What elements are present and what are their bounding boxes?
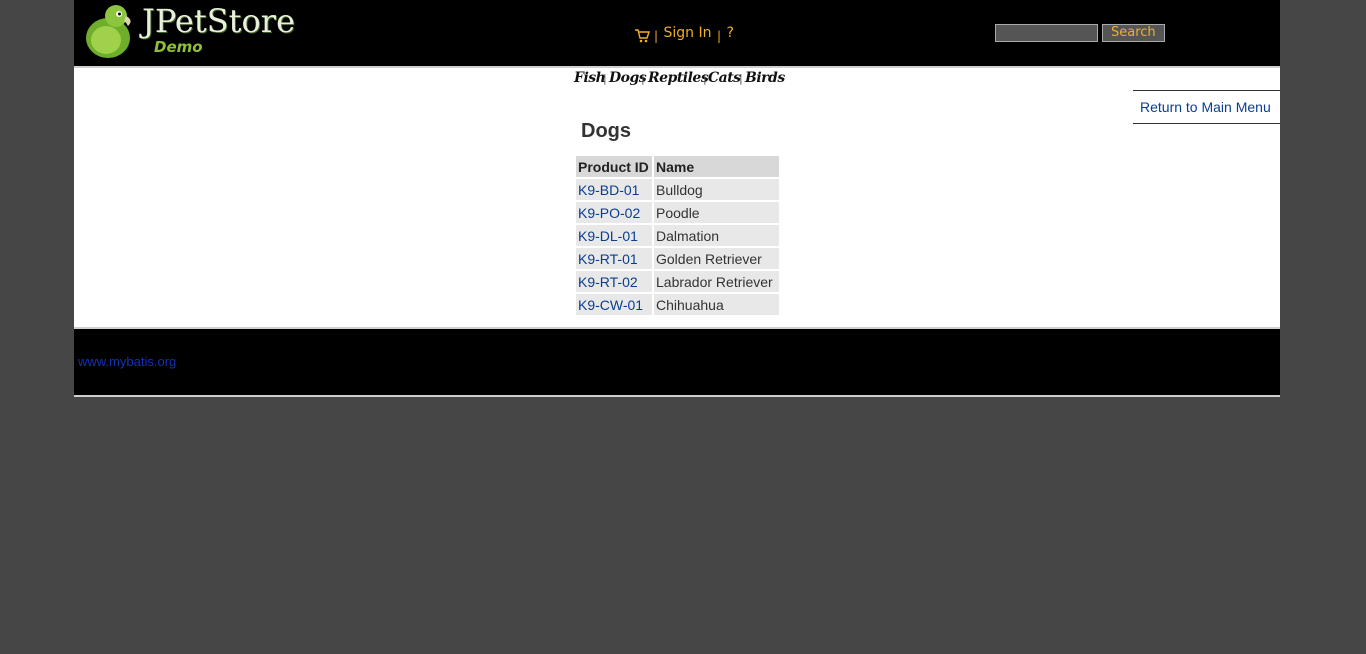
product-id-link[interactable]: K9-PO-02 — [578, 205, 640, 221]
quicklink-cats[interactable]: Cats — [708, 70, 741, 86]
search-input[interactable] — [995, 24, 1098, 42]
search-form: Search — [995, 24, 1165, 42]
product-name-cell: Golden Retriever — [654, 248, 779, 269]
quicklink-separator: | — [703, 72, 707, 85]
quicklink-separator: | — [739, 72, 743, 85]
column-header-product-id: Product ID — [576, 156, 652, 177]
menu-separator: | — [654, 29, 659, 43]
product-id-link[interactable]: K9-DL-01 — [578, 228, 638, 244]
product-id-cell: K9-CW-01 — [576, 294, 652, 315]
quicklink-reptiles[interactable]: Reptiles — [648, 70, 709, 86]
brand-subtitle: Demo — [154, 38, 203, 56]
quicklink-separator: | — [641, 72, 645, 85]
mybatis-link[interactable]: www.mybatis.org — [78, 354, 176, 369]
table-row: K9-PO-02 Poodle — [576, 202, 779, 223]
product-id-link[interactable]: K9-RT-02 — [578, 274, 638, 290]
product-name-cell: Dalmation — [654, 225, 779, 246]
product-id-link[interactable]: K9-RT-01 — [578, 251, 638, 267]
table-header-row: Product ID Name — [576, 156, 779, 177]
table-row: K9-RT-01 Golden Retriever — [576, 248, 779, 269]
product-id-cell: K9-DL-01 — [576, 225, 652, 246]
product-id-link[interactable]: K9-BD-01 — [578, 182, 639, 198]
help-link[interactable]: ? — [726, 25, 733, 41]
table-row: K9-DL-01 Dalmation — [576, 225, 779, 246]
product-id-cell: K9-RT-02 — [576, 271, 652, 292]
parrot-logo-icon — [86, 5, 131, 58]
table-row: K9-CW-01 Chihuahua — [576, 294, 779, 315]
page-wrapper: JPetStore Demo | Sign In | ? Search Retu… — [74, 0, 1280, 397]
product-table: Product ID Name K9-BD-01 Bulldog K9-PO-0… — [574, 154, 781, 317]
search-button[interactable]: Search — [1102, 24, 1165, 42]
product-name-cell: Labrador Retriever — [654, 271, 779, 292]
product-id-cell: K9-RT-01 — [576, 248, 652, 269]
product-name-cell: Chihuahua — [654, 294, 779, 315]
back-link-box: Return to Main Menu — [1133, 90, 1280, 124]
table-row: K9-BD-01 Bulldog — [576, 179, 779, 200]
product-id-cell: K9-BD-01 — [576, 179, 652, 200]
header-menu: | Sign In | ? — [634, 25, 734, 43]
table-row: K9-RT-02 Labrador Retriever — [576, 271, 779, 292]
logo[interactable]: JPetStore Demo — [82, 2, 302, 58]
category-title: Dogs — [581, 120, 631, 142]
column-header-name: Name — [654, 156, 779, 177]
header: JPetStore Demo | Sign In | ? Search — [74, 0, 1280, 68]
cart-icon[interactable] — [634, 29, 650, 43]
footer: www.mybatis.org — [74, 329, 1280, 397]
product-name-cell: Poodle — [654, 202, 779, 223]
quicklink-fish[interactable]: Fish — [574, 70, 606, 86]
product-name-cell: Bulldog — [654, 179, 779, 200]
menu-separator: | — [716, 29, 721, 43]
sign-in-link[interactable]: Sign In — [664, 25, 712, 41]
content-area: Return to Main Menu Dogs Product ID Name… — [74, 68, 1280, 329]
brand-name: JPetStore — [142, 2, 295, 40]
product-id-cell: K9-PO-02 — [576, 202, 652, 223]
return-main-menu-link[interactable]: Return to Main Menu — [1140, 99, 1271, 115]
product-id-link[interactable]: K9-CW-01 — [578, 297, 643, 313]
category-quicklinks: Fish | Dogs | Reptiles | Cats | Birds — [74, 68, 1280, 90]
quicklink-birds[interactable]: Birds — [745, 70, 785, 86]
quicklink-separator: | — [603, 72, 607, 85]
